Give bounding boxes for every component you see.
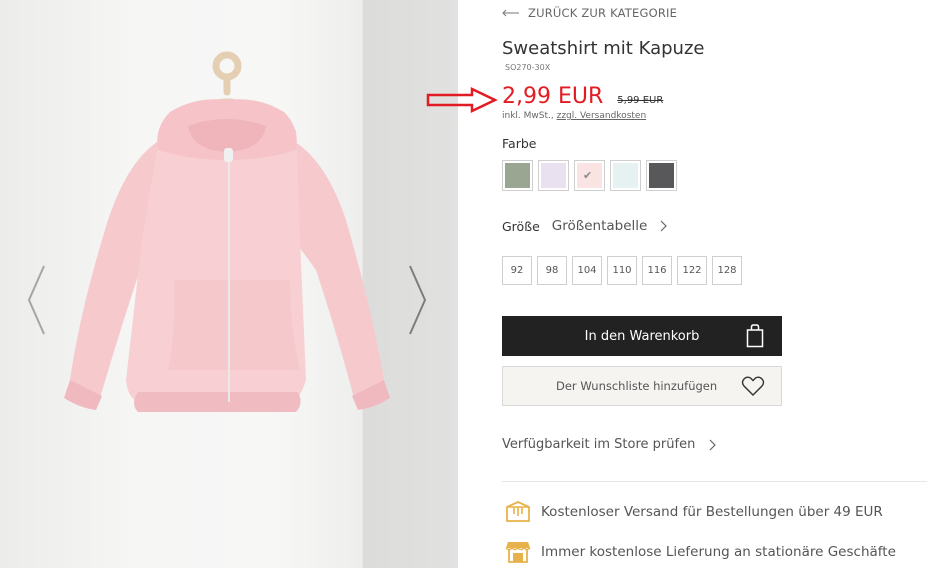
wishlist-label: Der Wunschliste hinzufügen	[556, 379, 718, 393]
arrow-left-icon	[502, 9, 519, 17]
store-delivery-text: Immer kostenlose Lieferung an stationäre…	[541, 544, 896, 560]
product-title: Sweatshirt mit Kapuze	[502, 38, 705, 59]
color-swatch-lavender[interactable]	[538, 160, 569, 191]
size-table-link[interactable]: Größentabelle	[552, 218, 648, 234]
free-shipping-info: Kostenloser Versand für Bestellungen übe…	[502, 500, 883, 524]
size-option-122[interactable]: 122	[677, 256, 707, 285]
chevron-left-icon	[27, 265, 45, 335]
add-to-cart-button[interactable]: In den Warenkorb	[502, 316, 782, 356]
check-icon: ✔	[583, 169, 593, 182]
gallery-prev-button[interactable]	[22, 262, 52, 338]
free-shipping-text: Kostenloser Versand für Bestellungen übe…	[541, 504, 883, 520]
size-options: 92 98 104 110 116 122 128	[502, 256, 742, 285]
color-swatch-dark-grey[interactable]	[646, 160, 677, 191]
size-option-116[interactable]: 116	[642, 256, 672, 285]
chevron-right-icon	[409, 265, 427, 335]
back-label: ZURÜCK ZUR KATEGORIE	[528, 6, 678, 20]
product-sku: SO270-30X	[505, 63, 551, 72]
color-swatch-mint[interactable]	[610, 160, 641, 191]
current-price: 2,99 EUR	[502, 84, 604, 109]
heart-icon	[741, 376, 765, 396]
color-swatches: ✔	[502, 160, 677, 191]
size-header: Größe Größentabelle	[502, 218, 668, 234]
shopping-bag-icon	[746, 324, 764, 348]
gallery-next-button[interactable]	[402, 262, 432, 338]
size-option-128[interactable]: 128	[712, 256, 742, 285]
add-to-cart-label: In den Warenkorb	[584, 328, 700, 344]
old-price: 5,99 EUR	[617, 95, 664, 106]
shipping-costs-link[interactable]: zzgl. Versandkosten	[557, 111, 647, 121]
color-swatch-khaki[interactable]	[502, 160, 533, 191]
product-gallery	[0, 0, 458, 568]
product-image	[64, 51, 390, 412]
divider	[502, 481, 927, 482]
back-to-category-link[interactable]: ZURÜCK ZUR KATEGORIE	[502, 5, 677, 21]
store-availability-label: Verfügbarkeit im Store prüfen	[502, 437, 696, 452]
package-icon	[506, 501, 530, 522]
price-row: 2,99 EUR 5,99 EUR	[502, 84, 663, 109]
chevron-right-icon	[709, 439, 717, 450]
tax-note: inkl. MwSt., zzgl. Versandkosten	[502, 111, 646, 121]
size-option-98[interactable]: 98	[537, 256, 567, 285]
tax-prefix: inkl. MwSt.,	[502, 111, 557, 121]
color-label: Farbe	[502, 136, 537, 151]
chevron-right-icon	[660, 220, 668, 232]
size-option-110[interactable]: 110	[607, 256, 637, 285]
add-to-wishlist-button[interactable]: Der Wunschliste hinzufügen	[502, 366, 782, 406]
color-swatch-pink[interactable]: ✔	[574, 160, 605, 191]
hoodie	[64, 99, 390, 412]
store-delivery-info: Immer kostenlose Lieferung an stationäre…	[502, 540, 896, 564]
size-option-92[interactable]: 92	[502, 256, 532, 285]
annotation-arrow	[426, 87, 498, 113]
size-label: Größe	[502, 218, 540, 234]
store-availability-link[interactable]: Verfügbarkeit im Store prüfen	[502, 437, 717, 452]
storefront-icon	[505, 542, 531, 563]
product-panel: ZURÜCK ZUR KATEGORIE Sweatshirt mit Kapu…	[502, 0, 927, 568]
size-option-104[interactable]: 104	[572, 256, 602, 285]
